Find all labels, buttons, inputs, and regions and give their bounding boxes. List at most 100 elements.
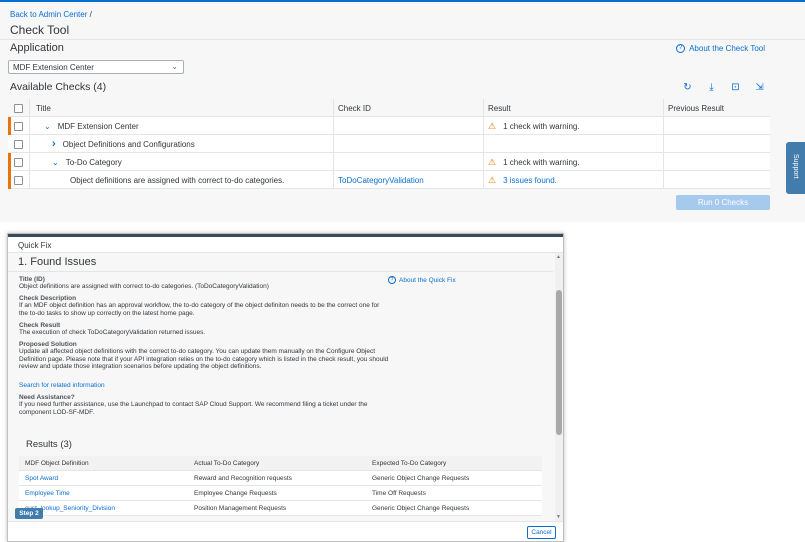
dialog-title: Quick Fix	[8, 237, 563, 253]
warning-icon: ⚠	[488, 120, 497, 131]
warning-icon: ⚠	[488, 174, 497, 185]
dialog-body: 1. Found Issues ? About the Quick Fix Ti…	[8, 253, 553, 521]
breadcrumb: Back to Admin Center /	[10, 10, 92, 19]
row-check-id	[334, 153, 484, 171]
step-2-button[interactable]: Step 2	[15, 508, 43, 519]
need-assistance-value: If you need further assistance, use the …	[19, 401, 368, 416]
row-checkbox[interactable]	[14, 175, 23, 185]
row-checkbox[interactable]	[14, 121, 23, 131]
row-title-cell: Object definitions are assigned with cor…	[30, 171, 334, 189]
row-previous-result	[664, 171, 770, 189]
column-header-check-id[interactable]: Check ID	[334, 99, 484, 117]
column-header-previous-result[interactable]: Previous Result	[664, 99, 770, 117]
title-id-value: Object definitions are assigned with cor…	[19, 283, 269, 290]
object-definition-link[interactable]: Employee Time	[25, 486, 195, 501]
column-header-title[interactable]: Title	[30, 99, 334, 117]
run-checks-button[interactable]: Run 0 Checks	[676, 195, 770, 210]
row-title: MDF Extension Center	[57, 121, 139, 131]
result-text: 1 check with warning.	[503, 157, 580, 167]
row-check-id	[334, 135, 484, 153]
row-result	[484, 135, 664, 153]
table-row: Spot Award Reward and Recognition reques…	[19, 471, 542, 486]
check-id-link[interactable]: ToDoCategoryValidation	[338, 176, 424, 185]
check-result-label: Check Result	[19, 322, 61, 329]
column-header-actual: Actual To-Do Category	[194, 460, 260, 467]
inbox-icon[interactable]: ⊡	[730, 82, 741, 93]
table-row[interactable]: ⌄ To-Do Category ⚠ 1 check with warning.	[8, 153, 770, 171]
collapse-icon[interactable]: ⌄	[44, 122, 51, 131]
check-tool-panel: Back to Admin Center / Check Tool Applic…	[0, 0, 805, 222]
title-id-label: Title (ID)	[19, 276, 45, 283]
table-header-row: Title Check ID Result Previous Result	[8, 99, 770, 117]
issues-found-link[interactable]: 3 issues found.	[503, 176, 557, 185]
support-tab[interactable]: Support	[786, 142, 805, 194]
row-title: To-Do Category	[65, 157, 122, 167]
check-result-value: The execution of check ToDoCategoryValid…	[19, 329, 206, 336]
page-title: Check Tool	[10, 23, 70, 37]
need-assistance-label: Need Assistance?	[19, 394, 75, 401]
row-title-cell: ⌄ To-Do Category	[30, 153, 334, 171]
expand-icon[interactable]: ›	[52, 138, 56, 150]
checks-toolbar: ↻ ⤓ ⊡ ⇲	[682, 82, 765, 93]
search-related-information-link[interactable]: Search for related information	[19, 382, 105, 389]
available-checks-title: Available Checks (4)	[10, 81, 107, 93]
application-select[interactable]: MDF Extension Center ⌄	[8, 60, 184, 74]
dialog-footer: Cancel	[8, 521, 563, 541]
support-tab-label: Support	[792, 154, 799, 179]
quick-fix-dialog: Quick Fix 1. Found Issues ? About the Qu…	[7, 233, 564, 542]
cancel-button[interactable]: Cancel	[527, 526, 556, 539]
header-divider	[0, 39, 805, 40]
breadcrumb-separator: /	[89, 10, 92, 19]
row-select-cell	[8, 135, 30, 153]
download-icon[interactable]: ⤓	[706, 82, 717, 93]
object-definition-link[interactable]: Spot Award	[25, 471, 195, 486]
checks-table: Title Check ID Result Previous Result ⌄ …	[8, 99, 770, 189]
results-title: Results (3)	[26, 439, 72, 450]
warning-icon: ⚠	[488, 156, 497, 167]
found-issues-title: 1. Found Issues	[18, 256, 97, 268]
row-previous-result	[664, 117, 770, 135]
row-previous-result	[664, 135, 770, 153]
row-select-cell	[8, 171, 30, 189]
table-row[interactable]: Object definitions are assigned with cor…	[8, 171, 770, 189]
actual-category: Employee Change Requests	[194, 490, 277, 497]
results-table: MDF Object Definition Actual To-Do Categ…	[19, 456, 542, 516]
proposed-solution-value: Update all affected object definitions w…	[19, 348, 389, 371]
application-select-value: MDF Extension Center	[13, 63, 94, 72]
row-select-cell	[8, 117, 30, 135]
about-check-tool-link[interactable]: ? About the Check Tool	[676, 44, 765, 53]
application-label: Application	[10, 42, 64, 54]
row-checkbox[interactable]	[14, 139, 23, 149]
expected-category: Time Off Requests	[372, 490, 426, 497]
table-row: Employee Time Employee Change Requests T…	[19, 486, 542, 501]
help-icon: ?	[676, 44, 686, 53]
actual-category: Reward and Recognition requests	[194, 475, 292, 482]
row-title-cell: ⌄ MDF Extension Center	[30, 117, 334, 135]
select-all-checkbox[interactable]	[14, 103, 23, 113]
row-title: Object definitions are assigned with cor…	[70, 175, 285, 185]
table-row[interactable]: › Object Definitions and Configurations	[8, 135, 770, 153]
row-title: Object Definitions and Configurations	[62, 139, 195, 149]
table-row[interactable]: ⌄ MDF Extension Center ⚠ 1 check with wa…	[8, 117, 770, 135]
row-result: ⚠ 1 check with warning.	[484, 117, 664, 135]
column-header-result[interactable]: Result	[484, 99, 664, 117]
row-checkbox[interactable]	[14, 157, 23, 167]
scroll-up-icon[interactable]: ▲	[556, 254, 561, 260]
back-to-admin-center-link[interactable]: Back to Admin Center	[10, 10, 87, 19]
expected-category: Generic Object Change Requests	[372, 505, 470, 512]
scroll-down-icon[interactable]: ▼	[556, 514, 561, 520]
section-divider	[8, 271, 553, 272]
scrollbar-thumb[interactable]	[556, 290, 562, 435]
check-description-value: If an MDF object definition has an appro…	[19, 302, 380, 317]
row-previous-result	[664, 153, 770, 171]
shell-top-line	[0, 0, 805, 2]
row-title-cell: › Object Definitions and Configurations	[30, 135, 334, 153]
refresh-icon[interactable]: ↻	[682, 82, 693, 93]
object-definition-link[interactable]: cust_lookup_Seniority_Division	[25, 501, 195, 516]
export-icon[interactable]: ⇲	[754, 82, 765, 93]
results-header-row: MDF Object Definition Actual To-Do Categ…	[19, 456, 542, 471]
dialog-scrollbar[interactable]: ▲ ▼	[555, 253, 563, 521]
select-all-cell	[8, 99, 30, 117]
about-quick-fix-link[interactable]: ? About the Quick Fix	[388, 276, 456, 284]
collapse-icon[interactable]: ⌄	[52, 158, 59, 167]
